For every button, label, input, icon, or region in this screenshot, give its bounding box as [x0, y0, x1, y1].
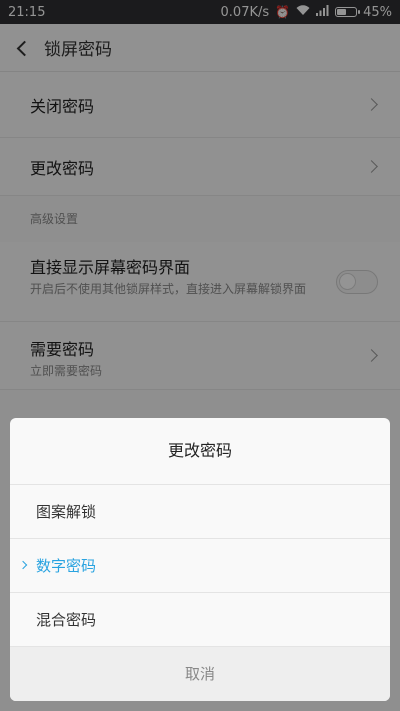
- cancel-button[interactable]: 取消: [10, 647, 390, 701]
- option-pin[interactable]: 数字密码: [10, 539, 390, 593]
- selected-chevron-icon: [18, 560, 28, 569]
- option-pattern-label: 图案解锁: [36, 503, 97, 521]
- change-password-dialog: 更改密码 图案解锁 数字密码 混合密码 取消: [10, 418, 390, 701]
- option-pin-label: 数字密码: [36, 557, 97, 575]
- option-mixed-label: 混合密码: [36, 611, 97, 629]
- option-pattern[interactable]: 图案解锁: [10, 485, 390, 539]
- dialog-title: 更改密码: [10, 418, 390, 485]
- option-mixed[interactable]: 混合密码: [10, 593, 390, 647]
